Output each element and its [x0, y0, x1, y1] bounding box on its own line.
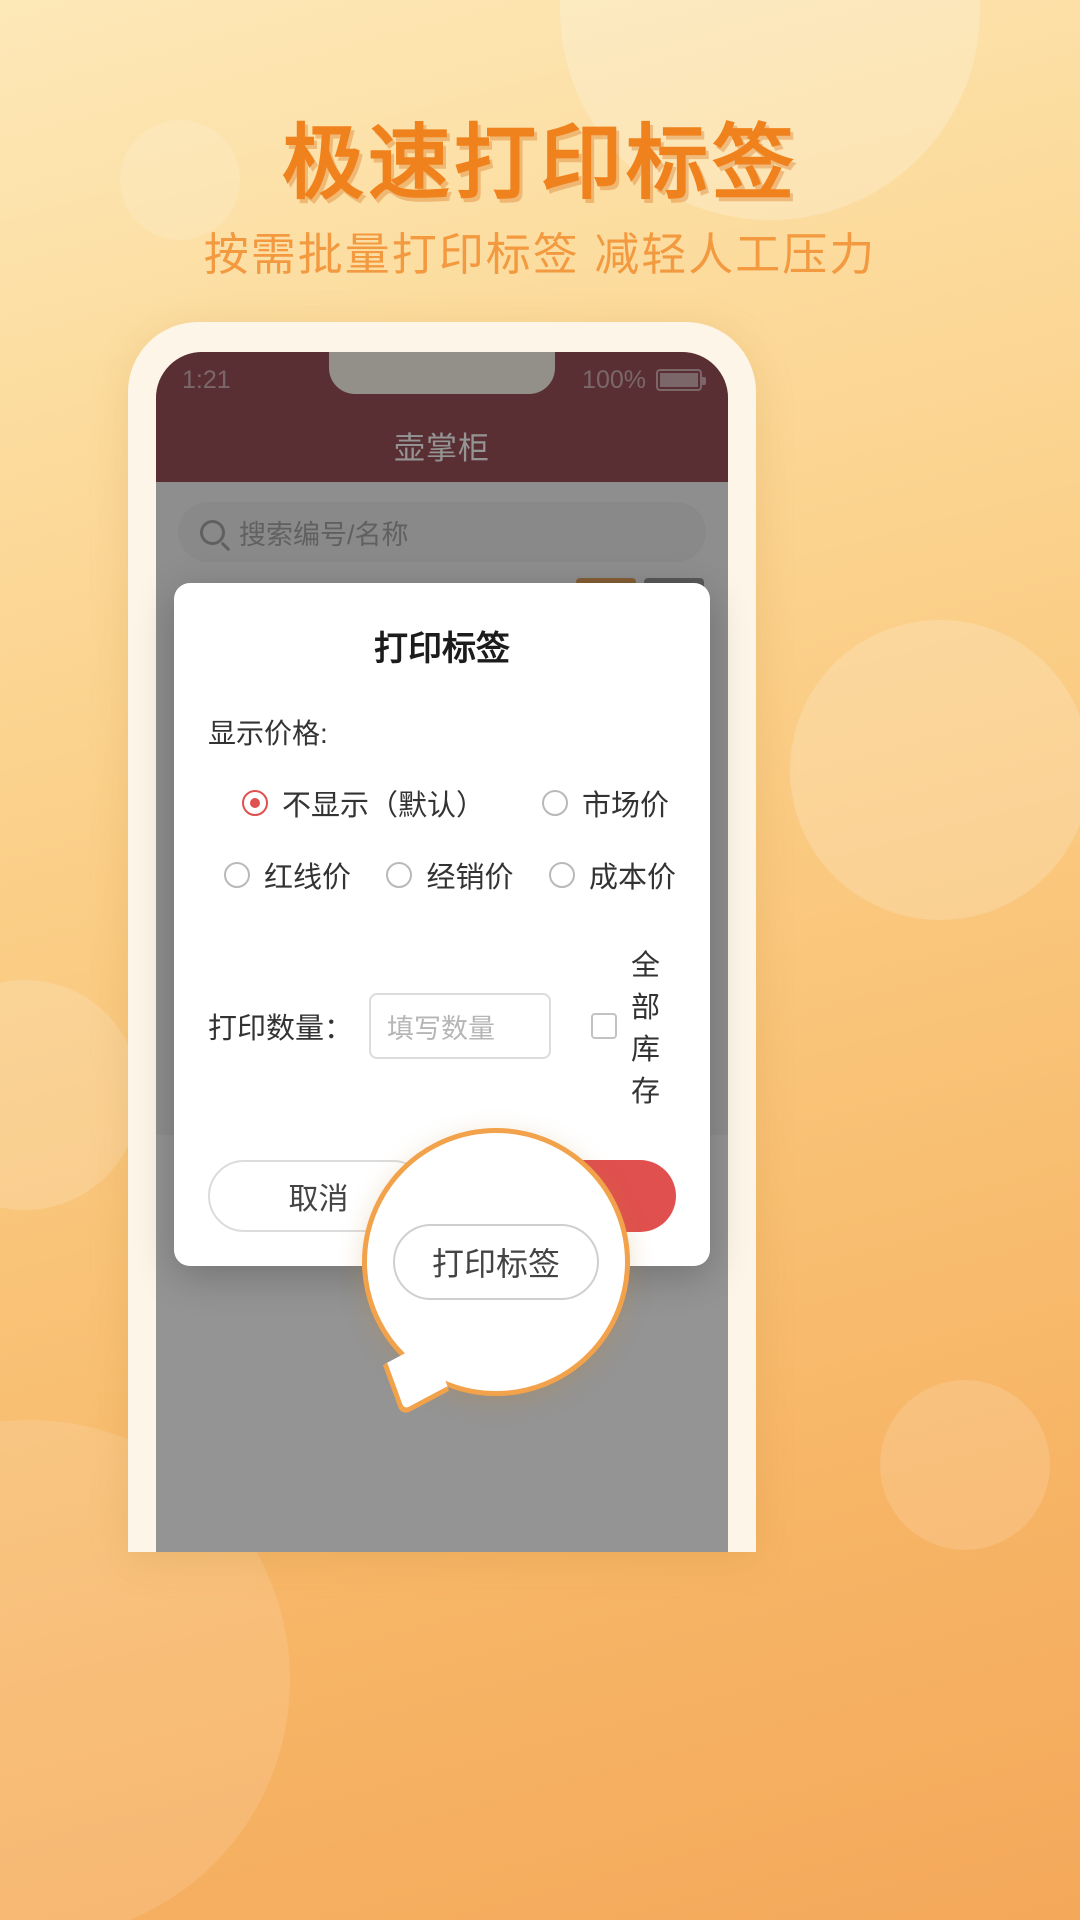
decor-circle-4 — [880, 1380, 1050, 1550]
radio-dot-icon — [542, 790, 568, 816]
callout-print-label-button[interactable]: 打印标签 — [393, 1224, 599, 1300]
quantity-placeholder: 填写数量 — [387, 1013, 496, 1044]
radio-option-cost-price[interactable]: 成本价 — [548, 854, 676, 896]
dialog-title: 打印标签 — [374, 630, 510, 668]
radio-option-market-price[interactable]: 市场价 — [542, 782, 669, 824]
radio-label: 经销价 — [426, 862, 514, 894]
poster-root: 极速打印标签 按需批量打印标签 减轻人工压力 1:21 100% 壶掌柜 搜索编… — [0, 0, 1080, 1920]
quantity-row: 打印数量： 填写数量 全部库存 — [208, 942, 676, 1110]
radio-label: 市场价 — [582, 790, 670, 822]
all-stock-label: 全部库存 — [631, 950, 661, 1108]
callout-bubble: 打印标签 — [362, 1128, 630, 1417]
radio-dot-selected-icon — [242, 790, 268, 816]
poster-headline: 极速打印标签 — [281, 116, 798, 211]
radio-option-dealer-price[interactable]: 经销价 — [386, 854, 514, 896]
price-options-row-2: 红线价 经销价 成本价 — [208, 854, 676, 896]
poster-subheadline: 按需批量打印标签 减轻人工压力 — [203, 229, 877, 280]
price-options-row-1: 不显示（默认） 市场价 — [208, 782, 676, 824]
radio-label: 不显示（默认） — [282, 790, 486, 822]
radio-dot-icon — [224, 862, 250, 888]
radio-dot-icon — [386, 862, 413, 888]
radio-dot-icon — [548, 862, 575, 888]
decor-circle-3 — [0, 980, 140, 1210]
radio-label: 红线价 — [264, 862, 352, 894]
radio-label: 成本价 — [588, 862, 676, 894]
radio-option-redline-price[interactable]: 红线价 — [224, 854, 351, 896]
checkbox-icon — [591, 1013, 618, 1039]
price-display-label: 显示价格: — [208, 718, 328, 749]
quantity-input[interactable]: 填写数量 — [369, 993, 552, 1059]
all-stock-checkbox[interactable]: 全部库存 — [591, 942, 676, 1110]
quantity-label: 打印数量： — [208, 1013, 354, 1045]
decor-circle-2 — [790, 620, 1080, 920]
radio-option-no-price[interactable]: 不显示（默认） — [242, 782, 542, 824]
